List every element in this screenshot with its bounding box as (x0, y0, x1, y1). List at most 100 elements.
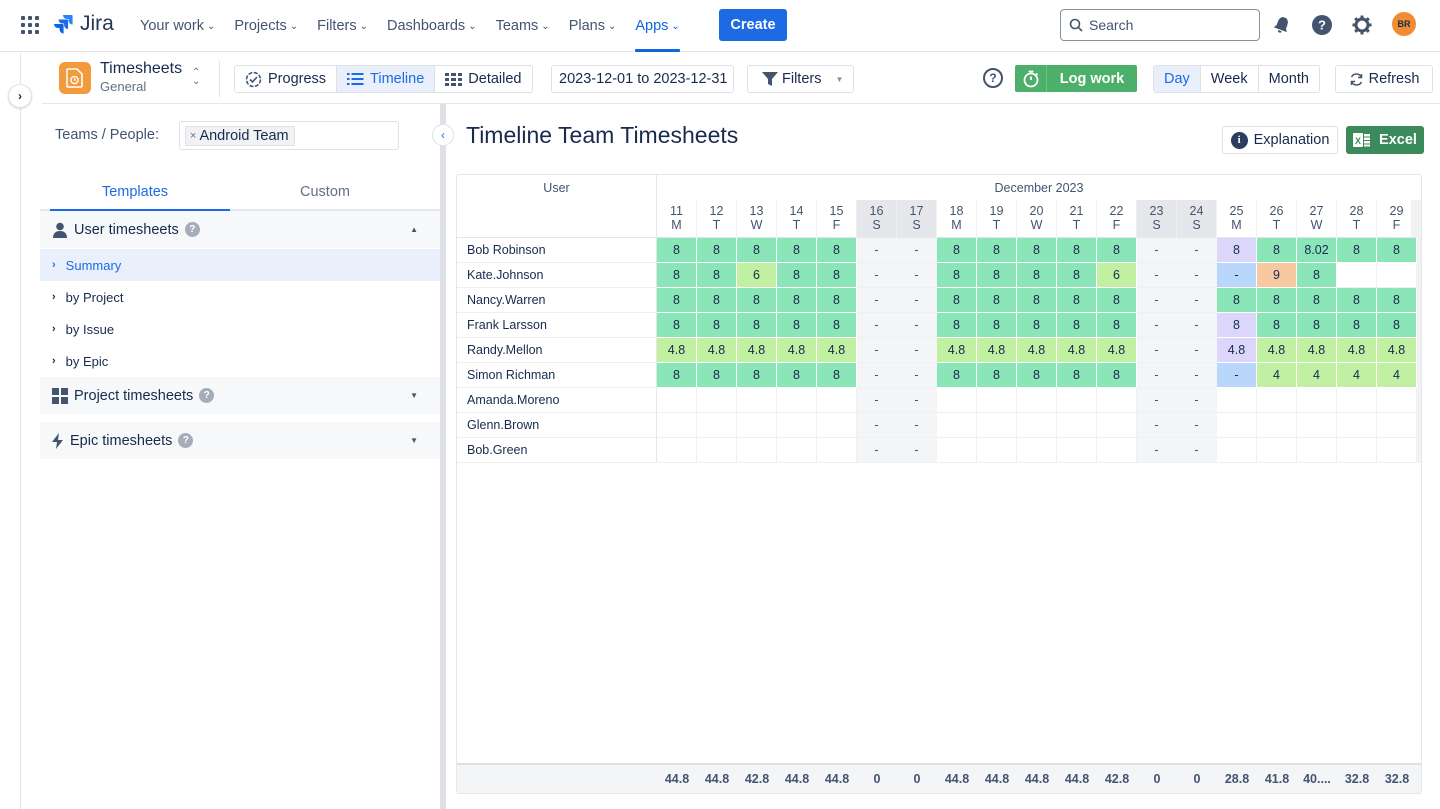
hours-cell[interactable]: - (1177, 438, 1217, 463)
hours-cell[interactable] (1337, 263, 1377, 288)
view-progress-button[interactable]: Progress (235, 66, 338, 92)
hours-cell[interactable]: 8.02 (1297, 238, 1337, 263)
hours-cell[interactable]: 8 (817, 313, 857, 338)
hours-cell[interactable]: 8 (657, 263, 697, 288)
hours-cell[interactable]: 4.8 (1017, 338, 1057, 363)
hours-cell[interactable]: - (857, 413, 897, 438)
hours-cell[interactable]: 8 (657, 313, 697, 338)
hours-cell[interactable] (697, 438, 737, 463)
hours-cell[interactable]: 8 (657, 363, 697, 388)
hours-cell[interactable]: 8 (777, 363, 817, 388)
user-name-cell[interactable]: Bob Robinson (457, 238, 657, 263)
nav-your-work[interactable]: Your work ⌄ (140, 0, 223, 52)
hours-cell[interactable] (1057, 413, 1097, 438)
nav-apps[interactable]: Apps ⌄ (635, 0, 687, 52)
hours-cell[interactable]: 8 (977, 363, 1017, 388)
hours-cell[interactable] (1217, 438, 1257, 463)
hours-cell[interactable]: 8 (1377, 313, 1417, 338)
hours-cell[interactable]: 8 (1057, 313, 1097, 338)
user-name-cell[interactable]: Simon Richman (457, 363, 657, 388)
hours-cell[interactable]: - (1137, 338, 1177, 363)
nav-plans[interactable]: Plans ⌄ (569, 0, 625, 52)
hours-cell[interactable] (1057, 438, 1097, 463)
hours-cell[interactable]: 8 (697, 288, 737, 313)
hours-cell[interactable]: 8 (1017, 288, 1057, 313)
hours-cell[interactable]: 8 (777, 238, 817, 263)
hours-cell[interactable]: - (857, 313, 897, 338)
hours-cell[interactable]: 8 (1297, 313, 1337, 338)
tab-custom[interactable]: Custom (230, 174, 420, 209)
hours-cell[interactable]: - (857, 438, 897, 463)
hours-cell[interactable]: 8 (697, 238, 737, 263)
hours-cell[interactable]: 8 (1097, 238, 1137, 263)
user-name-cell[interactable]: Frank Larsson (457, 313, 657, 338)
help-badge-icon[interactable]: ? (184, 222, 200, 237)
nav-filters[interactable]: Filters ⌄ (317, 0, 376, 52)
app-switcher-icon[interactable] (21, 16, 39, 34)
hours-cell[interactable]: 4.8 (937, 338, 977, 363)
nav-dashboards[interactable]: Dashboards ⌄ (387, 0, 485, 52)
hours-cell[interactable]: 8 (1257, 288, 1297, 313)
log-work-button[interactable]: Log work (1015, 65, 1137, 92)
hours-cell[interactable]: 8 (1057, 363, 1097, 388)
hours-cell[interactable]: - (897, 288, 937, 313)
hours-cell[interactable] (737, 438, 777, 463)
hours-cell[interactable]: - (1137, 413, 1177, 438)
hours-cell[interactable]: 8 (817, 288, 857, 313)
hours-cell[interactable]: - (857, 238, 897, 263)
hours-cell[interactable] (1377, 438, 1417, 463)
hours-cell[interactable] (817, 438, 857, 463)
hours-cell[interactable]: 8 (1217, 238, 1257, 263)
panel-resize-handle[interactable] (440, 104, 446, 809)
hours-cell[interactable]: 6 (1097, 263, 1137, 288)
hours-cell[interactable]: - (1137, 238, 1177, 263)
hours-cell[interactable]: 4.8 (777, 338, 817, 363)
period-month-button[interactable]: Month (1258, 66, 1319, 92)
hours-cell[interactable]: - (1177, 338, 1217, 363)
hours-cell[interactable]: 8 (697, 363, 737, 388)
hours-cell[interactable]: 8 (817, 238, 857, 263)
hours-cell[interactable]: 8 (977, 238, 1017, 263)
hours-cell[interactable]: 8 (1257, 313, 1297, 338)
hours-cell[interactable] (1217, 388, 1257, 413)
help-badge-icon[interactable]: ? (199, 388, 215, 403)
date-range-picker[interactable]: 2023-12-01 to 2023-12-31 (551, 65, 734, 93)
hours-cell[interactable] (1297, 438, 1337, 463)
hours-cell[interactable] (1017, 438, 1057, 463)
hours-cell[interactable]: 8 (1057, 288, 1097, 313)
hours-cell[interactable]: 4.8 (1097, 338, 1137, 363)
hours-cell[interactable] (1097, 413, 1137, 438)
notifications-bell-icon[interactable] (1270, 13, 1294, 37)
hours-cell[interactable]: 8 (1017, 363, 1057, 388)
hours-cell[interactable] (977, 413, 1017, 438)
hours-cell[interactable]: - (897, 388, 937, 413)
template-by-issue[interactable]: › by Issue (40, 313, 440, 345)
hours-cell[interactable]: 4.8 (1337, 338, 1377, 363)
hours-cell[interactable]: - (1177, 238, 1217, 263)
template-summary[interactable]: › Summary (40, 249, 440, 281)
hours-cell[interactable] (1097, 438, 1137, 463)
hours-cell[interactable]: 8 (817, 263, 857, 288)
hours-cell[interactable]: 8 (697, 313, 737, 338)
hours-cell[interactable]: 8 (1377, 238, 1417, 263)
hours-cell[interactable] (937, 388, 977, 413)
jira-logo[interactable]: Jira (52, 12, 114, 36)
hours-cell[interactable]: 8 (937, 238, 977, 263)
hours-cell[interactable]: 8 (737, 238, 777, 263)
template-by-epic[interactable]: › by Epic (40, 345, 440, 377)
hours-cell[interactable] (1257, 438, 1297, 463)
hours-cell[interactable]: - (1137, 363, 1177, 388)
hours-cell[interactable]: - (1217, 263, 1257, 288)
hours-cell[interactable]: 8 (1057, 263, 1097, 288)
hours-cell[interactable]: - (1177, 413, 1217, 438)
hours-cell[interactable] (1017, 413, 1057, 438)
hours-cell[interactable] (977, 388, 1017, 413)
hours-cell[interactable]: 8 (1217, 288, 1257, 313)
hours-cell[interactable] (1337, 438, 1377, 463)
explanation-button[interactable]: i Explanation (1222, 126, 1338, 154)
hours-cell[interactable]: 8 (1097, 313, 1137, 338)
help-badge-icon[interactable]: ? (178, 433, 194, 448)
hours-cell[interactable] (777, 388, 817, 413)
hours-cell[interactable]: 8 (1337, 238, 1377, 263)
hours-cell[interactable] (817, 388, 857, 413)
